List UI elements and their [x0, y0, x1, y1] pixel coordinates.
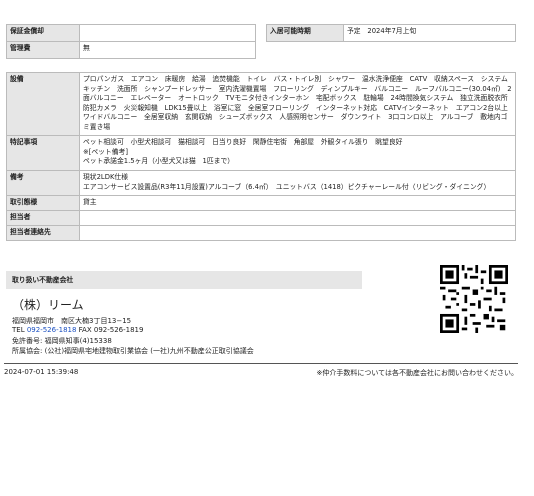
association: 所属協会: (公社)福岡県宅地建物取引業協会 (一社)九州不動産公正取引協議会: [12, 347, 254, 355]
remarks-line: エアコンサービス設置品(R3年11月設置)アルコーブ（6.4㎡） ユニットバス（…: [83, 182, 491, 191]
staff-label: 担当者: [6, 210, 80, 226]
qr-code-icon: [440, 265, 508, 333]
tel-label: TEL: [12, 326, 25, 334]
special-notes-line: ※[ペット備考]: [83, 147, 128, 156]
license-number: 免許番号: 福岡県知事(4)15338: [12, 337, 112, 345]
property-details-table: 設備 プロパンガス エアコン 床暖房 給湯 追焚機能 トイレ バス・トイレ別 シ…: [6, 72, 516, 241]
fax-label: FAX: [78, 326, 92, 334]
transaction-type-value: 貸主: [79, 195, 516, 211]
equipment-label: 設備: [6, 72, 80, 136]
company-phone: TEL 092-526-1818 FAX 092-526-1819: [12, 326, 143, 334]
special-notes-label: 特記事項: [6, 135, 80, 171]
staff-contact-value: [79, 225, 516, 241]
equipment-value: プロパンガス エアコン 床暖房 給湯 追焚機能 トイレ バス・トイレ別 シャワー…: [79, 72, 516, 136]
fax-number: 092-526-1819: [93, 326, 144, 334]
transaction-type-label: 取引態様: [6, 195, 80, 211]
footer-divider: [4, 363, 518, 364]
print-timestamp: 2024-07-01 15:39:48: [4, 368, 79, 376]
deposit-value: [79, 24, 256, 42]
special-notes-line: ペット承諾金1.5ヶ月（小型犬又は猫 1匹まで）: [83, 157, 235, 165]
move-in-table: 入居可能時期 予定 2024年7月上旬: [266, 24, 516, 42]
remarks-line: 現状2LDK仕様: [83, 173, 128, 181]
move-in-value: 予定 2024年7月上旬: [343, 24, 516, 42]
company-name: （株）リーム: [12, 298, 84, 312]
tel-link[interactable]: 092-526-1818: [27, 326, 77, 334]
company-address: 福岡県福岡市 南区大楠3丁目13−15: [12, 317, 132, 325]
management-fee-value: 無: [79, 41, 256, 59]
management-fee-label: 管理費: [6, 41, 80, 59]
staff-value: [79, 210, 516, 226]
deposit-table: 保証金償却 管理費 無: [6, 24, 256, 59]
remarks-value: 現状2LDK仕様 エアコンサービス設置品(R3年11月設置)アルコーブ（6.4㎡…: [79, 170, 516, 196]
agent-section-title: 取り扱い不動産会社: [6, 271, 362, 289]
special-notes-value: ペット相談可 小型犬相談可 猫相談可 日当り良好 閑静住宅街 角部屋 外観タイル…: [79, 135, 516, 171]
remarks-label: 備考: [6, 170, 80, 196]
deposit-label: 保証金償却: [6, 24, 80, 42]
commission-note: ※仲介手数料については各不動産会社にお問い合わせください。: [316, 369, 518, 377]
special-notes-line: ペット相談可 小型犬相談可 猫相談可 日当り良好 閑静住宅街 角部屋 外観タイル…: [83, 138, 403, 146]
move-in-label: 入居可能時期: [266, 24, 344, 42]
staff-contact-label: 担当者連絡先: [6, 225, 80, 241]
